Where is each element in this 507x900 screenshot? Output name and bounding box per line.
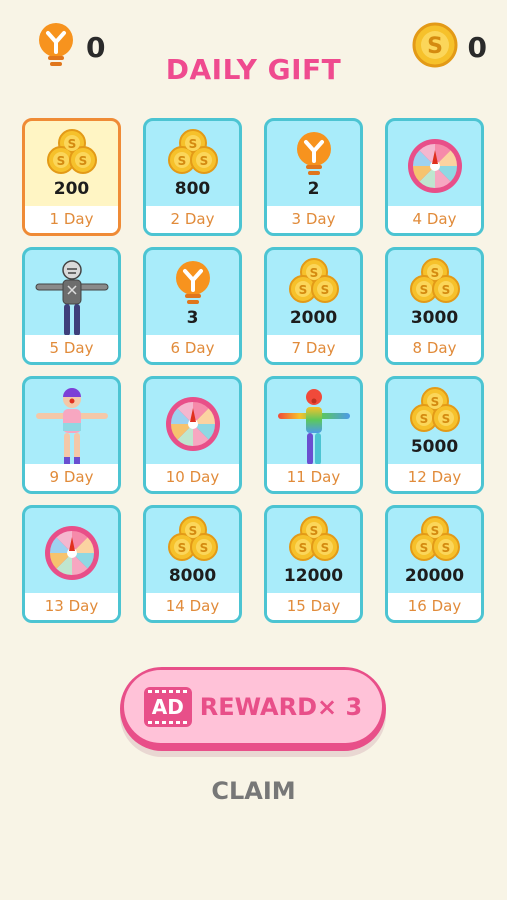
day-label: 14 Day <box>146 593 239 620</box>
coins-stack-icon: SSS <box>267 514 360 564</box>
day-card[interactable]: S S S 12000 15 Day <box>264 505 363 623</box>
svg-text:S: S <box>67 137 76 151</box>
day-card[interactable]: 9 Day <box>22 376 121 494</box>
page-title: DAILY GIFT <box>165 53 342 86</box>
reward-amount: 800 <box>174 179 211 199</box>
day-label: 11 Day <box>267 464 360 491</box>
svg-text:S: S <box>419 412 428 426</box>
svg-text:S: S <box>199 154 208 168</box>
svg-text:S: S <box>430 266 439 280</box>
day-label: 10 Day <box>146 464 239 491</box>
day-label: 9 Day <box>25 464 118 491</box>
day-card[interactable]: 13 Day <box>22 505 121 623</box>
day-card[interactable]: S S S 8000 14 Day <box>143 505 242 623</box>
reward-ad-button-face[interactable]: AD REWARD× 3 <box>124 670 382 743</box>
svg-text:S: S <box>430 395 439 409</box>
day-label: 2 Day <box>146 206 239 233</box>
coins-stack-icon: SSS <box>267 256 360 306</box>
day-card[interactable]: S S S 200 1 Day <box>22 118 121 236</box>
reward-amount: 3000 <box>410 308 459 328</box>
lightbulb-icon <box>267 131 360 177</box>
day-card[interactable]: 5 Day <box>22 247 121 365</box>
coins-stack-icon: SSS <box>388 385 481 435</box>
reward-amount: 5000 <box>410 437 459 457</box>
svg-text:S: S <box>320 283 329 297</box>
reward-amount: 2 <box>307 179 320 199</box>
reward-ad-button[interactable]: AD REWARD× 3 <box>120 667 386 751</box>
svg-text:S: S <box>309 524 318 538</box>
day-label: 5 Day <box>25 335 118 362</box>
character-rainbow-icon <box>267 383 360 467</box>
claim-button[interactable]: CLAIM <box>0 777 507 805</box>
prize-wheel-icon <box>25 525 118 581</box>
svg-text:S: S <box>441 541 450 555</box>
reward-amount: 12000 <box>283 566 344 586</box>
day-card[interactable]: 2 3 Day <box>264 118 363 236</box>
day-label: 12 Day <box>388 464 481 491</box>
svg-text:S: S <box>298 283 307 297</box>
day-label: 16 Day <box>388 593 481 620</box>
reward-amount: 20000 <box>404 566 465 586</box>
reward-amount: 200 <box>53 179 90 199</box>
day-card[interactable]: S S S 3000 8 Day <box>385 247 484 365</box>
svg-text:S: S <box>430 524 439 538</box>
reward-amount: 2000 <box>289 308 338 328</box>
day-card[interactable]: S S S 800 2 Day <box>143 118 242 236</box>
coins-stack-icon: SSS <box>388 256 481 306</box>
svg-text:S: S <box>298 541 307 555</box>
character-girl-icon <box>25 383 118 467</box>
svg-text:S: S <box>320 541 329 555</box>
svg-text:S: S <box>188 524 197 538</box>
coins-stack-icon: SSS <box>388 514 481 564</box>
day-card[interactable]: 4 Day <box>385 118 484 236</box>
day-label: 15 Day <box>267 593 360 620</box>
reward-amount: 3 <box>186 308 199 328</box>
svg-text:S: S <box>419 283 428 297</box>
reward-multiplier-label: REWARD× 3 <box>199 692 363 721</box>
svg-text:S: S <box>441 412 450 426</box>
ad-badge-icon: AD <box>143 686 192 727</box>
svg-text:S: S <box>441 283 450 297</box>
day-label: 13 Day <box>25 593 118 620</box>
day-card[interactable]: 10 Day <box>143 376 242 494</box>
day-label: 7 Day <box>267 335 360 362</box>
coins-stack-icon: SSS <box>146 514 239 564</box>
day-label: 4 Day <box>388 206 481 233</box>
day-card[interactable]: S S S 5000 12 Day <box>385 376 484 494</box>
day-card[interactable]: S S S 20000 16 Day <box>385 505 484 623</box>
svg-text:S: S <box>188 137 197 151</box>
prize-wheel-icon <box>388 138 481 194</box>
svg-text:S: S <box>419 541 428 555</box>
lightbulb-icon <box>146 260 239 306</box>
svg-text:S: S <box>199 541 208 555</box>
svg-text:S: S <box>177 154 186 168</box>
svg-text:S: S <box>78 154 87 168</box>
day-card[interactable]: S S S 2000 7 Day <box>264 247 363 365</box>
coins-stack-icon: SSS <box>25 127 118 177</box>
day-label: 3 Day <box>267 206 360 233</box>
day-label: 8 Day <box>388 335 481 362</box>
day-label: 6 Day <box>146 335 239 362</box>
day-card[interactable]: 11 Day <box>264 376 363 494</box>
svg-text:S: S <box>177 541 186 555</box>
coins-stack-icon: SSS <box>146 127 239 177</box>
reward-amount: 8000 <box>168 566 217 586</box>
day-label: 1 Day <box>25 206 118 233</box>
svg-text:S: S <box>309 266 318 280</box>
svg-text:S: S <box>56 154 65 168</box>
prize-wheel-icon <box>146 396 239 452</box>
character-gray-icon <box>25 254 118 338</box>
day-card[interactable]: 3 6 Day <box>143 247 242 365</box>
